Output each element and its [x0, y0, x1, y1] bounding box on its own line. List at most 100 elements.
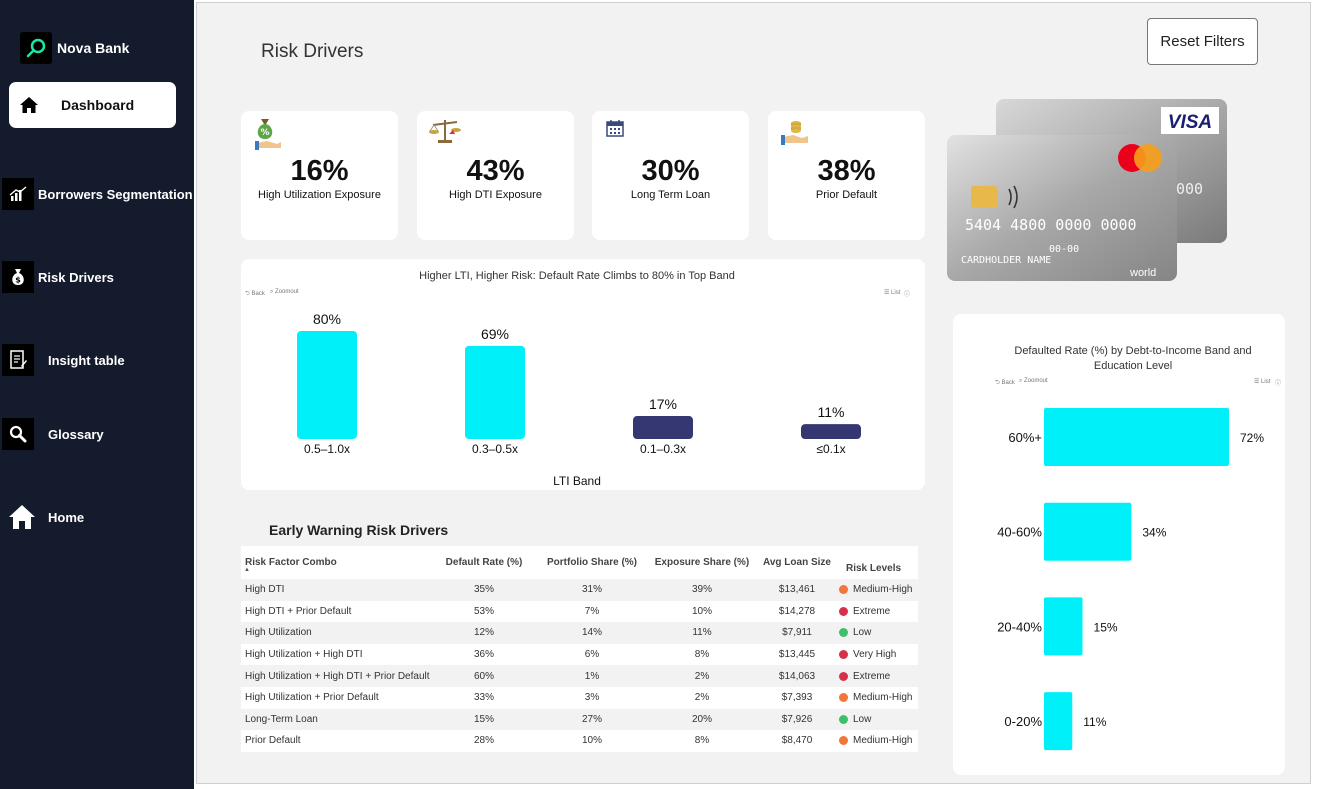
risk-level-cell: Medium-High: [837, 735, 918, 746]
svg-text:$: $: [15, 276, 21, 285]
table-cell: $8,470: [781, 735, 813, 747]
table-cell: $14,063: [778, 670, 816, 682]
bar[interactable]: [465, 345, 525, 439]
card-back-number: 000: [1176, 180, 1203, 198]
table-row[interactable]: Long-Term Loan 15% 27% 20% $7,926 Low: [241, 708, 918, 731]
table-row[interactable]: High Utilization + High DTI + Prior Defa…: [241, 665, 918, 687]
risk-level-dot-icon: [839, 650, 848, 660]
risk-level-dot-icon: [839, 714, 848, 724]
kpi-value: 38%: [817, 155, 876, 187]
risk-level-label: Medium-High: [853, 692, 913, 704]
risk-drivers-table: Risk Factor Combo Default Rate (%) Portf…: [241, 546, 918, 752]
kpi-label: Prior Default: [815, 189, 878, 201]
table-cell: 33%: [473, 692, 494, 704]
search-icon: [2, 418, 34, 450]
table-cell: 27%: [581, 713, 602, 725]
risk-level-label: Medium-High: [853, 735, 913, 747]
table-cell: 28%: [473, 735, 494, 747]
data-label: 80%: [313, 311, 341, 327]
bar[interactable]: [1044, 692, 1073, 751]
table-cell: High Utilization + High DTI + Prior Defa…: [245, 670, 430, 682]
dti-chart-panel: Defaulted Rate (%) by Debt-to-Income Ban…: [953, 314, 1285, 775]
kpi-card-long-term-loan: 30% Long Term Loan: [592, 111, 749, 240]
table-row[interactable]: High Utilization + Prior Default 33% 3% 2% $…: [241, 686, 918, 709]
column-header[interactable]: Exposure Share (%): [647, 546, 757, 579]
table-cell: 8%: [694, 735, 710, 747]
nav-item-insight-table[interactable]: Insight table: [2, 344, 125, 376]
risk-level-cell: Low: [837, 627, 918, 638]
money-bag-icon: $: [2, 261, 34, 293]
category-label: 40-60%: [997, 525, 1042, 540]
bar[interactable]: [801, 424, 861, 439]
table-cell: 2%: [694, 692, 710, 704]
risk-level-label: Low: [853, 627, 872, 639]
column-header[interactable]: Risk Factor Combo: [241, 546, 431, 579]
table-cell: 8%: [694, 649, 710, 661]
table-row[interactable]: High Utilization + High DTI 36% 6% 8% $13,44…: [241, 643, 918, 666]
column-header[interactable]: Avg Loan Size: [757, 546, 837, 579]
table-row[interactable]: Prior Default 28% 10% 8% $8,470 Medium-High: [241, 730, 918, 752]
table-title: Early Warning Risk Drivers: [269, 522, 449, 538]
risk-level-label: Very High: [853, 649, 897, 661]
page-title: Risk Drivers: [261, 41, 364, 62]
column-header[interactable]: Default Rate (%): [431, 546, 537, 579]
column-header[interactable]: Risk Levels: [837, 546, 918, 579]
table-cell: Long-Term Loan: [245, 713, 318, 725]
table-cell: High DTI + Prior Default: [245, 605, 352, 617]
table-cell: High Utilization: [245, 627, 312, 639]
brand-name: Nova Bank: [57, 40, 130, 56]
kpi-card-high-dti: 43% High DTI Exposure: [417, 111, 574, 240]
table-cell: 10%: [581, 735, 602, 747]
kpi-value: 16%: [290, 155, 349, 187]
risk-level-dot-icon: [839, 693, 848, 703]
bar[interactable]: [1044, 408, 1229, 466]
nav-item-home[interactable]: Home: [8, 501, 84, 533]
sidebar: Nova Bank Dashboard Borrowers Segmentati…: [0, 0, 194, 789]
table-cell: High DTI: [245, 584, 285, 596]
table-cell: 31%: [581, 584, 602, 596]
bar[interactable]: [1044, 597, 1083, 656]
home-icon: [18, 89, 40, 121]
table-cell: 12%: [473, 627, 494, 639]
kpi-card-high-utilization: % 16% High Utilization Exposure: [241, 111, 398, 240]
table-cell: 60%: [473, 670, 494, 682]
card-valid: 00-00: [1049, 244, 1079, 255]
kpi-label: Long Term Loan: [630, 189, 711, 201]
nav-label: Insight table: [48, 352, 125, 368]
table-cell: 1%: [584, 670, 600, 682]
credit-card-image: VISA 000 5404 4800 0000 0000 00-00 CARDH…: [947, 99, 1227, 281]
kpi-value: 30%: [641, 155, 700, 187]
home-icon: [8, 501, 36, 533]
table-row[interactable]: High DTI + Prior Default 53% 7% 10% $14,278 E…: [241, 600, 918, 623]
category-label: 20-40%: [997, 619, 1042, 634]
risk-level-label: Extreme: [853, 605, 891, 617]
nav-item-glossary[interactable]: Glossary: [2, 418, 104, 450]
table-cell: 39%: [691, 584, 712, 596]
risk-level-dot-icon: [839, 628, 848, 638]
risk-level-dot-icon: [839, 671, 848, 681]
category-label: 0.5–1.0x: [304, 442, 350, 456]
bar[interactable]: [1044, 502, 1132, 561]
bar[interactable]: [297, 331, 357, 439]
risk-level-label: Medium-High: [853, 584, 913, 596]
column-header[interactable]: Portfolio Share (%): [537, 546, 647, 579]
nav-item-risk-drivers[interactable]: $ Risk Drivers: [2, 261, 114, 293]
nav-label: Risk Drivers: [38, 269, 114, 285]
bar[interactable]: [633, 416, 693, 439]
table-body: High DTI 35% 31% 39% $13,461 Medium-High High …: [241, 579, 918, 752]
table-cell: 14%: [581, 627, 602, 639]
table-row[interactable]: High Utilization 12% 14% 11% $7,911 Low: [241, 622, 918, 644]
table-cell: 2%: [694, 670, 710, 682]
data-label: 69%: [481, 326, 509, 342]
risk-level-dot-icon: [839, 585, 848, 595]
nav-item-borrowers-segmentation[interactable]: Borrowers Segmentation: [2, 178, 193, 210]
category-label: 60%+: [1008, 430, 1042, 445]
table-cell: $13,461: [778, 584, 816, 596]
nav-item-dashboard[interactable]: Dashboard: [9, 82, 176, 128]
scale-icon: [429, 117, 461, 150]
table-cell: $7,911: [782, 627, 812, 639]
table-cell: 53%: [473, 605, 494, 617]
reset-filters-button[interactable]: Reset Filters: [1147, 18, 1258, 65]
table-row[interactable]: High DTI 35% 31% 39% $13,461 Medium-High: [241, 579, 918, 601]
card-brand-visa: VISA: [1168, 112, 1212, 133]
